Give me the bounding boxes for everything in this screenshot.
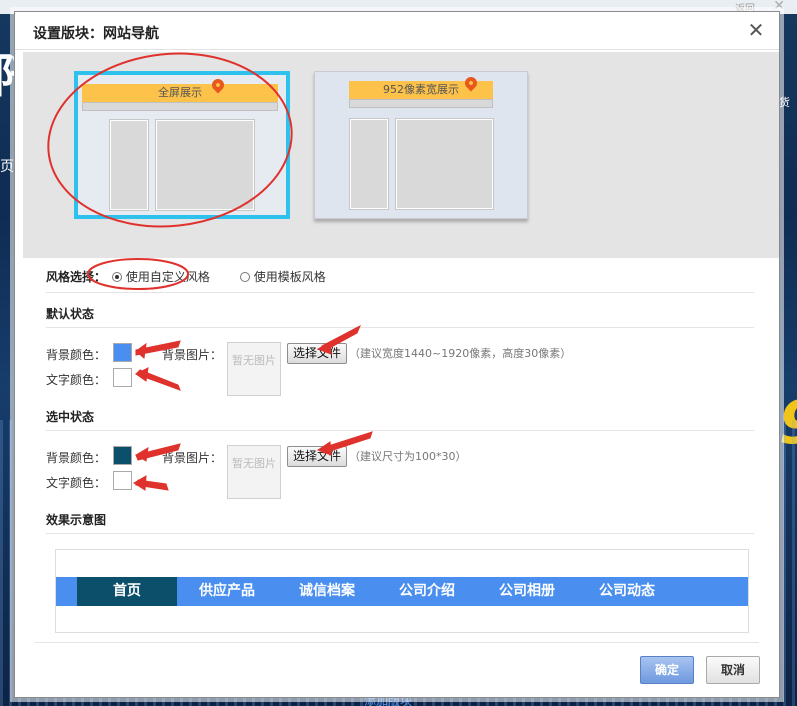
radio-icon[interactable] [239, 272, 250, 282]
default-bg-image-label: 背景图片： [162, 348, 223, 362]
cancel-button[interactable]: 取消 [706, 656, 760, 684]
default-choose-file-button[interactable]: 选择文件 [287, 343, 348, 364]
selected-bg-image-label: 背景图片： [162, 451, 223, 465]
dialog-titlebar: 设置版块：网站导航 ✕ [15, 12, 779, 50]
preview-nav-item: 公司相册 [499, 583, 555, 599]
layout-option-952[interactable]: 952像素宽展示 [314, 71, 528, 219]
preview-nav-item: 首页 [77, 577, 177, 606]
selected-text-color-swatch[interactable] [113, 471, 132, 490]
selected-state-title: 选中状态 [46, 410, 95, 424]
default-bg-color-label: 背景颜色： [46, 348, 107, 362]
preview-nav-item: 供应产品 [199, 583, 255, 599]
layout-subbar [82, 102, 278, 111]
selected-bg-color-label: 背景颜色： [46, 451, 107, 465]
background-side-label: 货 [779, 96, 790, 109]
layout-main-column [155, 119, 255, 211]
layout-left-column [109, 119, 149, 211]
selected-text-color-label: 文字颜色： [46, 476, 107, 490]
radio-custom-label: 使用自定义风格 [125, 270, 210, 284]
divider [46, 327, 754, 328]
default-image-placeholder: 暂无图片 [227, 342, 281, 396]
radio-custom-style[interactable]: 使用自定义风格 [111, 270, 214, 284]
layout-label-fullscreen: 全屏展示 [82, 84, 278, 102]
default-state-title: 默认状态 [46, 307, 95, 321]
layout-main-column [395, 118, 494, 210]
preview-nav-item: 诚信档案 [299, 583, 355, 599]
default-text-color-swatch[interactable] [113, 368, 132, 387]
dialog-title: 设置版块：网站导航 [33, 26, 159, 42]
layout-left-column [349, 118, 389, 210]
selected-image-placeholder: 暂无图片 [227, 445, 281, 499]
radio-icon[interactable] [111, 272, 122, 282]
background-nav-label: 页 [0, 159, 14, 175]
selected-image-hint: （建议尺寸为100*30） [349, 450, 467, 463]
footer-divider [35, 642, 759, 643]
layout-subbar [349, 99, 493, 108]
default-bg-color-swatch[interactable] [113, 343, 132, 362]
preview-nav-item: 公司动态 [599, 583, 655, 599]
confirm-button[interactable]: 确定 [640, 656, 694, 684]
selected-bg-color-swatch[interactable] [113, 446, 132, 465]
divider [46, 430, 754, 431]
style-select-row: 风格选择： 使用自定义风格 使用模板风格 [46, 268, 766, 290]
preview-nav-bar: 首页 供应产品 诚信档案 公司介绍 公司相册 公司动态 [56, 577, 748, 606]
layout-option-fullscreen[interactable]: 全屏展示 [74, 71, 290, 219]
effect-preview-box: 首页 供应产品 诚信档案 公司介绍 公司相册 公司动态 [55, 549, 749, 633]
divider [46, 292, 754, 293]
radio-template-style[interactable]: 使用模板风格 [239, 270, 326, 284]
style-select-label: 风格选择： [46, 270, 107, 284]
dialog-close-icon[interactable]: ✕ [745, 18, 767, 42]
default-image-hint: （建议宽度1440~1920像素，高度30像素） [349, 347, 572, 360]
divider [46, 533, 754, 534]
layout-preview-area: 全屏展示 952像素宽展示 [23, 52, 779, 258]
default-text-color-label: 文字颜色： [46, 373, 107, 387]
selected-choose-file-button[interactable]: 选择文件 [287, 446, 348, 467]
radio-template-label: 使用模板风格 [253, 270, 326, 284]
effect-preview-title: 效果示意图 [46, 513, 107, 527]
settings-dialog: 设置版块：网站导航 ✕ 全屏展示 952像素宽展示 风格选择： 使用自定义风格 … [14, 11, 780, 698]
preview-nav-item: 公司介绍 [399, 583, 455, 599]
